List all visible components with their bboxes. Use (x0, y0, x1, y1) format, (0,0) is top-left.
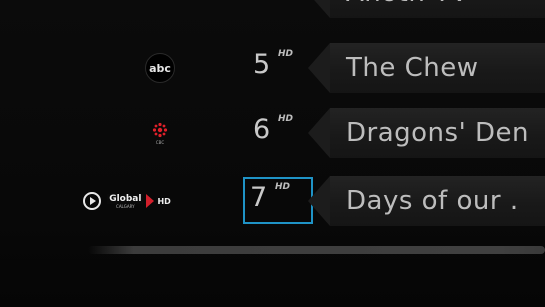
program-title: Days of our . (346, 186, 519, 216)
channel-number-cell: 6 HD (246, 110, 316, 156)
guide-divider (88, 246, 545, 254)
program-cell[interactable]: Dragons' Den (308, 108, 545, 158)
channel-logo: Global CALGARY HD (83, 176, 230, 226)
program-arrow (308, 108, 330, 158)
channel-row-6[interactable]: CBC 6 HD Dragons' Den (0, 108, 545, 158)
program-title: The Chew (346, 53, 479, 83)
channel-number: 5 (253, 49, 271, 80)
tv-guide-screen: ctv 4 Anoth TV abc 5 HD The Chew (0, 0, 545, 307)
program-arrow (308, 176, 330, 226)
hd-badge: HD (278, 114, 294, 124)
channel-logo: abc (90, 43, 230, 93)
program-arrow (308, 43, 330, 93)
channel-number: 6 (253, 114, 271, 145)
program-cell[interactable]: Days of our . (308, 176, 545, 226)
cbc-logo: CBC (152, 122, 168, 145)
program-arrow (308, 0, 330, 18)
program-cell[interactable]: Anoth TV (308, 0, 545, 18)
channel-number-cell: 5 HD (246, 45, 316, 91)
program-cell[interactable]: The Chew (308, 43, 545, 93)
global-arrow-icon (146, 194, 155, 208)
channel-number-focused[interactable]: 7 HD (243, 177, 313, 224)
global-logo: Global CALGARY HD (107, 193, 171, 209)
cbc-gem-icon (152, 122, 168, 137)
channel-logo: CBC (90, 108, 230, 158)
hd-badge: HD (275, 182, 291, 192)
channel-logo: ctv (90, 0, 230, 18)
channel-row-7[interactable]: Global CALGARY HD 7 HD Days of our . (0, 176, 545, 226)
hd-badge: HD (278, 49, 294, 59)
channel-number: 4 (253, 0, 270, 5)
abc-logo: abc (145, 53, 175, 83)
program-title: Dragons' Den (346, 118, 529, 148)
channel-number-cell: 4 (246, 0, 316, 16)
program-title: Anoth TV (346, 0, 469, 8)
channel-row-5[interactable]: abc 5 HD The Chew (0, 43, 545, 93)
channel-row-4[interactable]: ctv 4 Anoth TV (0, 0, 545, 18)
channel-number: 7 (250, 182, 268, 213)
play-icon[interactable] (83, 192, 102, 210)
